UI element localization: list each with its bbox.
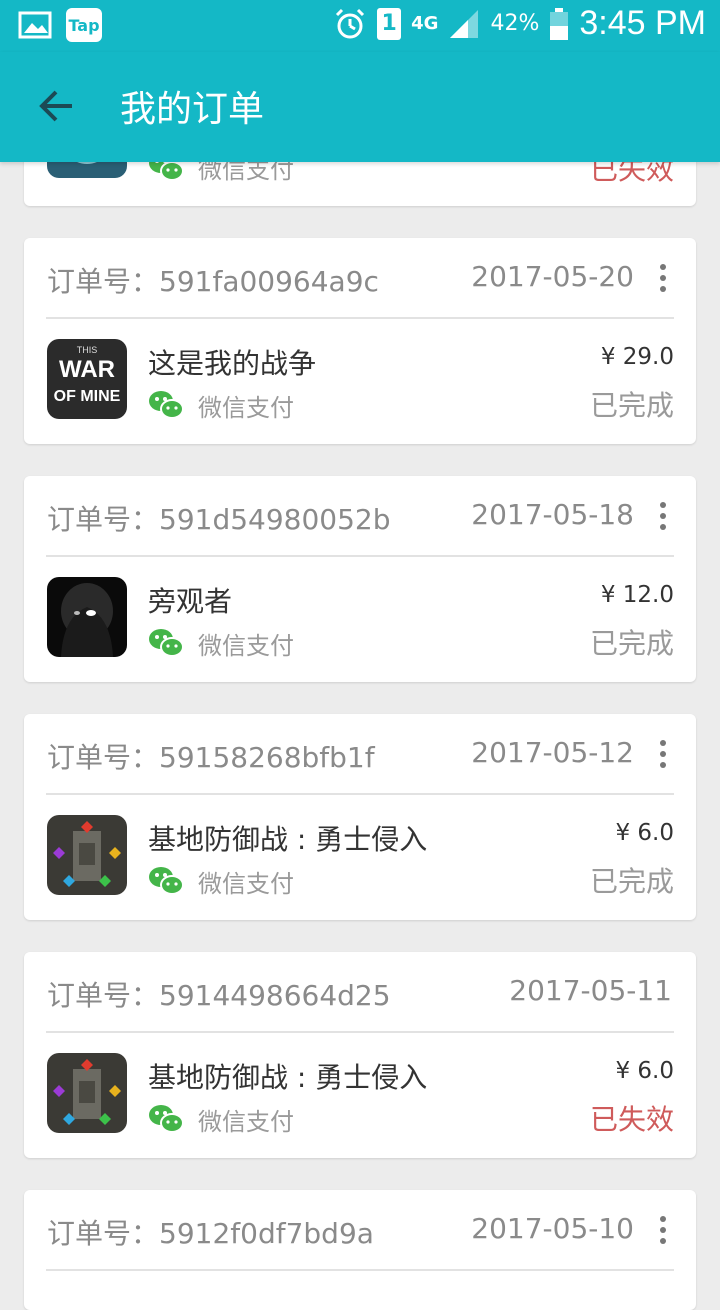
order-date: 2017-05-12 xyxy=(471,736,634,769)
back-button[interactable] xyxy=(34,82,82,130)
svg-text:THIS: THIS xyxy=(77,345,98,355)
network-type: 4G xyxy=(411,13,439,34)
order-header: 订单号：59158268bfb1f 2017-05-12 xyxy=(24,714,696,794)
game-icon-bystander xyxy=(47,577,127,657)
payment-method: 微信支付 xyxy=(198,631,294,660)
page-title: 我的订单 xyxy=(120,89,265,130)
order-list: 微信支付 已失效 订单号：591fa00964a9c 2017-05-20 TH… xyxy=(0,0,720,1310)
order-status: 已完成 xyxy=(589,389,674,422)
more-options-button[interactable] xyxy=(652,740,674,772)
status-bar: Tap 1 4G 42% 3:45 PM xyxy=(0,0,720,52)
order-header: 订单号：591fa00964a9c 2017-05-20 xyxy=(24,238,696,318)
order-date: 2017-05-10 xyxy=(471,1212,634,1245)
order-card[interactable]: 订单号：59158268bfb1f 2017-05-12 基地防御战 : 勇士侵… xyxy=(24,714,696,920)
order-number: 订单号：591fa00964a9c xyxy=(47,265,379,298)
tap-app-icon: Tap xyxy=(66,8,102,42)
wechat-icon xyxy=(149,629,184,657)
battery-icon xyxy=(550,7,569,40)
order-header: 订单号：5912f0df7bd9a 2017-05-10 xyxy=(24,1190,696,1270)
order-date: 2017-05-18 xyxy=(471,498,634,531)
sim-icon: 1 xyxy=(377,7,402,40)
payment-row: 微信支付 xyxy=(148,388,294,422)
payment-method: 微信支付 xyxy=(198,393,294,422)
order-card[interactable]: 订单号：591d54980052b 2017-05-18 旁观者 微信支付 ¥ … xyxy=(24,476,696,682)
game-icon-base-defense xyxy=(47,1053,127,1133)
svg-text:WAR: WAR xyxy=(59,356,115,383)
wechat-icon xyxy=(149,867,184,895)
payment-method: 微信支付 xyxy=(198,869,294,898)
game-icon-base-defense xyxy=(47,815,127,895)
order-price: ¥ 12.0 xyxy=(600,582,674,608)
order-price: ¥ 6.0 xyxy=(615,1058,674,1084)
alarm-icon xyxy=(336,8,365,38)
game-name: 基地防御战 : 勇士侵入 xyxy=(148,823,428,856)
wechat-icon xyxy=(149,1105,184,1133)
order-status: 已失效 xyxy=(589,1103,674,1136)
order-date: 2017-05-11 xyxy=(509,974,672,1007)
order-date: 2017-05-20 xyxy=(471,260,634,293)
order-card[interactable]: 订单号：5912f0df7bd9a 2017-05-10 xyxy=(24,1190,696,1310)
order-card[interactable]: 订单号：591fa00964a9c 2017-05-20 THIS WAR OF… xyxy=(24,238,696,444)
order-number: 订单号：5914498664d25 xyxy=(47,979,391,1012)
order-status: 已完成 xyxy=(589,627,674,660)
payment-row: 微信支付 xyxy=(148,864,294,898)
order-header: 订单号：591d54980052b 2017-05-18 xyxy=(24,476,696,556)
order-header: 订单号：5914498664d25 2017-05-11 xyxy=(24,952,696,1032)
order-price: ¥ 29.0 xyxy=(600,344,674,370)
arrow-left-icon xyxy=(39,90,72,122)
battery-percent: 42% xyxy=(490,11,540,36)
app-bar: 我的订单 xyxy=(0,52,720,162)
more-options-button[interactable] xyxy=(652,264,674,296)
more-options-button[interactable] xyxy=(652,502,674,534)
order-status: 已完成 xyxy=(589,865,674,898)
game-name: 旁观者 xyxy=(148,585,233,618)
divider xyxy=(46,317,674,319)
svg-text:OF MINE: OF MINE xyxy=(54,388,121,405)
payment-method: 微信支付 xyxy=(198,1107,294,1136)
gallery-icon xyxy=(18,11,52,39)
game-name: 这是我的战争 xyxy=(148,347,317,380)
order-number: 订单号：591d54980052b xyxy=(47,503,391,536)
clock: 3:45 PM xyxy=(579,4,706,42)
order-card[interactable]: 订单号：5914498664d25 2017-05-11 基地防御战 : 勇士侵… xyxy=(24,952,696,1158)
divider xyxy=(46,555,674,557)
game-icon-this-war-of-mine: THIS WAR OF MINE xyxy=(47,339,127,419)
order-number: 订单号：5912f0df7bd9a xyxy=(47,1217,374,1250)
divider xyxy=(46,793,674,795)
payment-row: 微信支付 xyxy=(148,1102,294,1136)
more-options-button[interactable] xyxy=(652,1216,674,1248)
wechat-icon xyxy=(149,391,184,419)
payment-row: 微信支付 xyxy=(148,626,294,660)
order-price: ¥ 6.0 xyxy=(615,820,674,846)
divider xyxy=(46,1031,674,1033)
game-name: 基地防御战 : 勇士侵入 xyxy=(148,1061,428,1094)
signal-icon xyxy=(450,9,479,38)
divider xyxy=(46,1269,674,1271)
order-number: 订单号：59158268bfb1f xyxy=(47,741,375,774)
